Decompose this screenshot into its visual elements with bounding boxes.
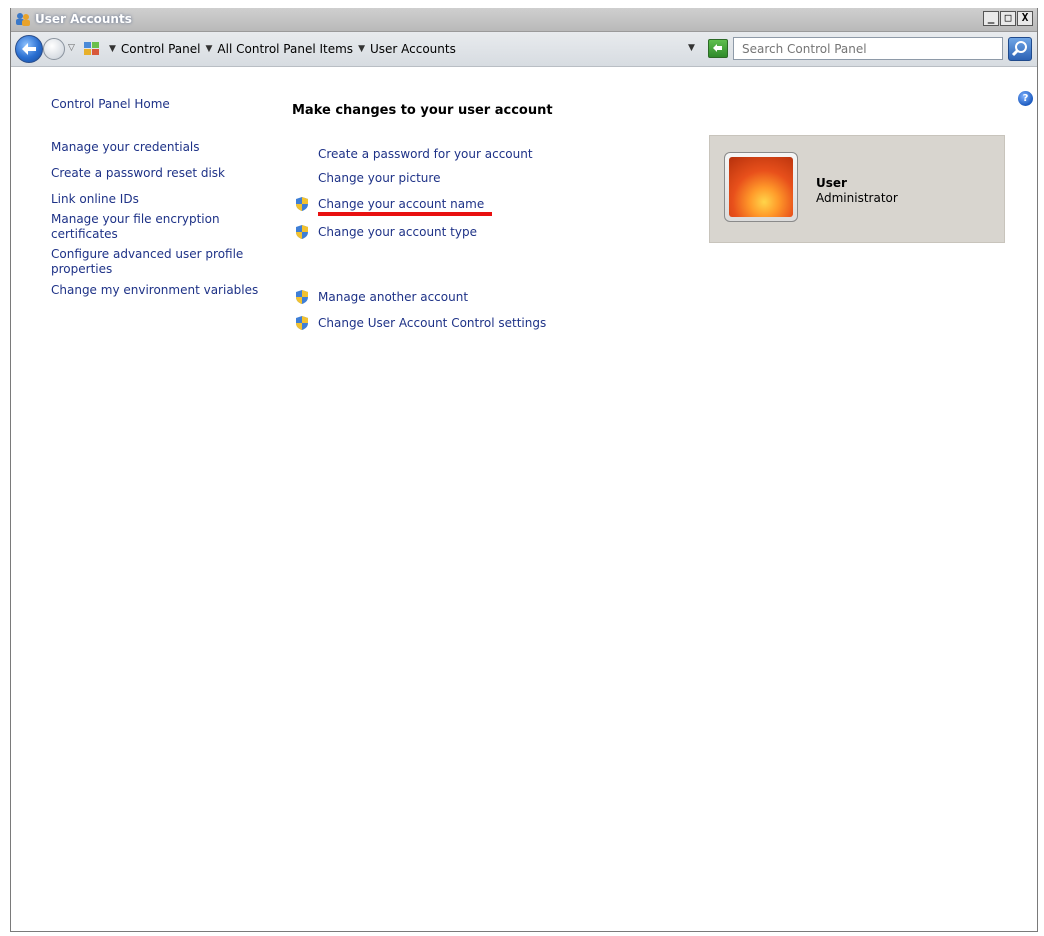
forward-button[interactable] — [43, 38, 65, 60]
close-button[interactable]: X — [1017, 11, 1033, 26]
help-icon[interactable]: ? — [1018, 91, 1033, 106]
back-button[interactable] — [15, 35, 43, 63]
user-accounts-icon — [16, 13, 30, 26]
window-title: User Accounts — [35, 12, 132, 26]
chevron-down-icon[interactable]: ▼ — [109, 44, 116, 54]
sidebar-item-environment-variables[interactable]: Change my environment variables — [51, 283, 281, 298]
account-card: User Administrator — [709, 135, 1005, 243]
sidebar-item-link-online-ids[interactable]: Link online IDs — [51, 192, 281, 207]
recent-pages-dropdown-icon[interactable]: ▽ — [68, 43, 78, 53]
navigation-bar: ▽ ▼ Control Panel ▼ All Control Panel It… — [11, 32, 1037, 67]
task-label[interactable]: Change your account name — [318, 197, 484, 211]
breadcrumb-all-items[interactable]: All Control Panel Items — [217, 42, 353, 56]
minimize-button[interactable]: _ — [983, 11, 999, 26]
sidebar-item-advanced-profile[interactable]: Configure advanced user profile properti… — [51, 247, 251, 277]
sidebar-item-control-panel-home[interactable]: Control Panel Home — [51, 97, 281, 112]
task-label[interactable]: Manage another account — [318, 290, 468, 304]
address-bar[interactable]: ▼ Control Panel ▼ All Control Panel Item… — [83, 38, 723, 60]
address-dropdown-icon[interactable]: ▼ — [688, 43, 695, 53]
search-icon — [1011, 41, 1027, 57]
task-manage-another-account[interactable]: Manage another account — [294, 289, 468, 305]
sidebar-item-file-encryption[interactable]: Manage your file encryption certificates — [51, 212, 229, 242]
account-role: Administrator — [816, 191, 898, 205]
task-label[interactable]: Create a password for your account — [318, 147, 533, 161]
title-bar[interactable]: User Accounts _ □ X — [11, 8, 1037, 32]
avatar — [724, 152, 798, 222]
search-button[interactable] — [1008, 37, 1032, 61]
uac-shield-icon — [296, 290, 308, 304]
sidebar-item-password-reset-disk[interactable]: Create a password reset disk — [51, 166, 281, 181]
task-change-uac-settings[interactable]: Change User Account Control settings — [294, 315, 546, 331]
uac-shield-icon — [296, 316, 308, 330]
task-change-account-type[interactable]: Change your account type — [294, 224, 477, 240]
back-arrow-icon — [22, 43, 36, 55]
sidebar: Control Panel Home Manage your credentia… — [51, 97, 281, 298]
uac-shield-icon — [296, 197, 308, 211]
breadcrumb-control-panel[interactable]: Control Panel — [121, 42, 201, 56]
task-label[interactable]: Change your account type — [318, 225, 477, 239]
task-label[interactable]: Change your picture — [318, 171, 440, 185]
breadcrumb: ▼ Control Panel ▼ All Control Panel Item… — [109, 42, 456, 56]
search-input[interactable] — [734, 38, 1002, 59]
task-change-account-name[interactable]: Change your account name — [294, 196, 484, 212]
user-accounts-window: User Accounts _ □ X ▽ ▼ Control Panel ▼ … — [10, 8, 1038, 932]
task-create-password[interactable]: Create a password for your account — [294, 147, 533, 161]
task-label[interactable]: Change User Account Control settings — [318, 316, 546, 330]
highlight-underline — [318, 212, 492, 216]
sidebar-item-manage-credentials[interactable]: Manage your credentials — [51, 140, 281, 155]
control-panel-icon — [84, 42, 99, 55]
refresh-button[interactable] — [708, 39, 728, 58]
chevron-down-icon[interactable]: ▼ — [206, 44, 213, 54]
refresh-icon — [713, 44, 722, 52]
task-change-picture[interactable]: Change your picture — [294, 171, 440, 185]
page-title: Make changes to your user account — [292, 103, 553, 118]
chevron-down-icon[interactable]: ▼ — [358, 44, 365, 54]
maximize-button[interactable]: □ — [1000, 11, 1016, 26]
breadcrumb-user-accounts[interactable]: User Accounts — [370, 42, 456, 56]
account-name: User — [816, 176, 847, 190]
search-field[interactable] — [733, 37, 1003, 60]
uac-shield-icon — [296, 225, 308, 239]
